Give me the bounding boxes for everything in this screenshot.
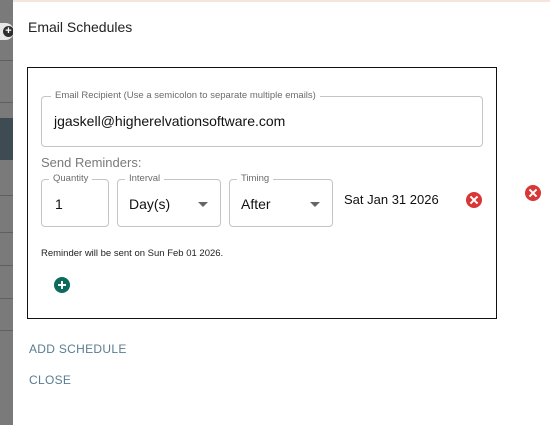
- email-recipient-field[interactable]: Email Recipient (Use a semicolon to sepa…: [41, 90, 483, 147]
- close-button[interactable]: CLOSE: [29, 373, 71, 387]
- add-schedule-button[interactable]: ADD SCHEDULE: [29, 342, 127, 356]
- quantity-label: Quantity: [49, 173, 93, 185]
- add-reminder-icon[interactable]: [54, 277, 70, 293]
- remove-reminder-icon[interactable]: [466, 192, 482, 208]
- background-divider: [0, 102, 13, 103]
- dialog-title: Email Schedules: [28, 19, 133, 35]
- send-reminders-label: Send Reminders:: [41, 155, 142, 170]
- chevron-down-icon[interactable]: [310, 202, 320, 207]
- background-page: [0, 0, 13, 425]
- chevron-down-icon[interactable]: [198, 202, 208, 207]
- background-divider: [0, 232, 13, 233]
- reminder-note: Reminder will be sent on Sun Feb 01 2026…: [41, 248, 224, 259]
- email-schedules-dialog: Email Schedules Email Recipient (Use a s…: [13, 0, 550, 425]
- timing-select[interactable]: Timing After: [229, 173, 333, 227]
- background-divider: [0, 60, 13, 61]
- remove-schedule-icon[interactable]: [525, 185, 541, 201]
- email-recipient-value[interactable]: jgaskell@higherelvationsoftware.com: [54, 113, 285, 129]
- background-divider: [0, 195, 13, 196]
- timing-value: After: [241, 196, 271, 212]
- background-highlight-row: [0, 118, 13, 160]
- interval-select[interactable]: Interval Day(s): [117, 173, 221, 227]
- background-divider: [0, 298, 13, 299]
- background-divider: [0, 330, 13, 331]
- schedule-card: Email Recipient (Use a semicolon to sepa…: [27, 67, 497, 319]
- schedule-date: Sat Jan 31 2026: [344, 192, 439, 207]
- email-recipient-label: Email Recipient (Use a semicolon to sepa…: [51, 90, 320, 102]
- quantity-input[interactable]: Quantity 1: [41, 173, 109, 227]
- quantity-value[interactable]: 1: [55, 196, 63, 212]
- interval-label: Interval: [125, 173, 165, 185]
- background-divider: [0, 265, 13, 266]
- timing-label: Timing: [237, 173, 274, 185]
- interval-value: Day(s): [129, 196, 171, 212]
